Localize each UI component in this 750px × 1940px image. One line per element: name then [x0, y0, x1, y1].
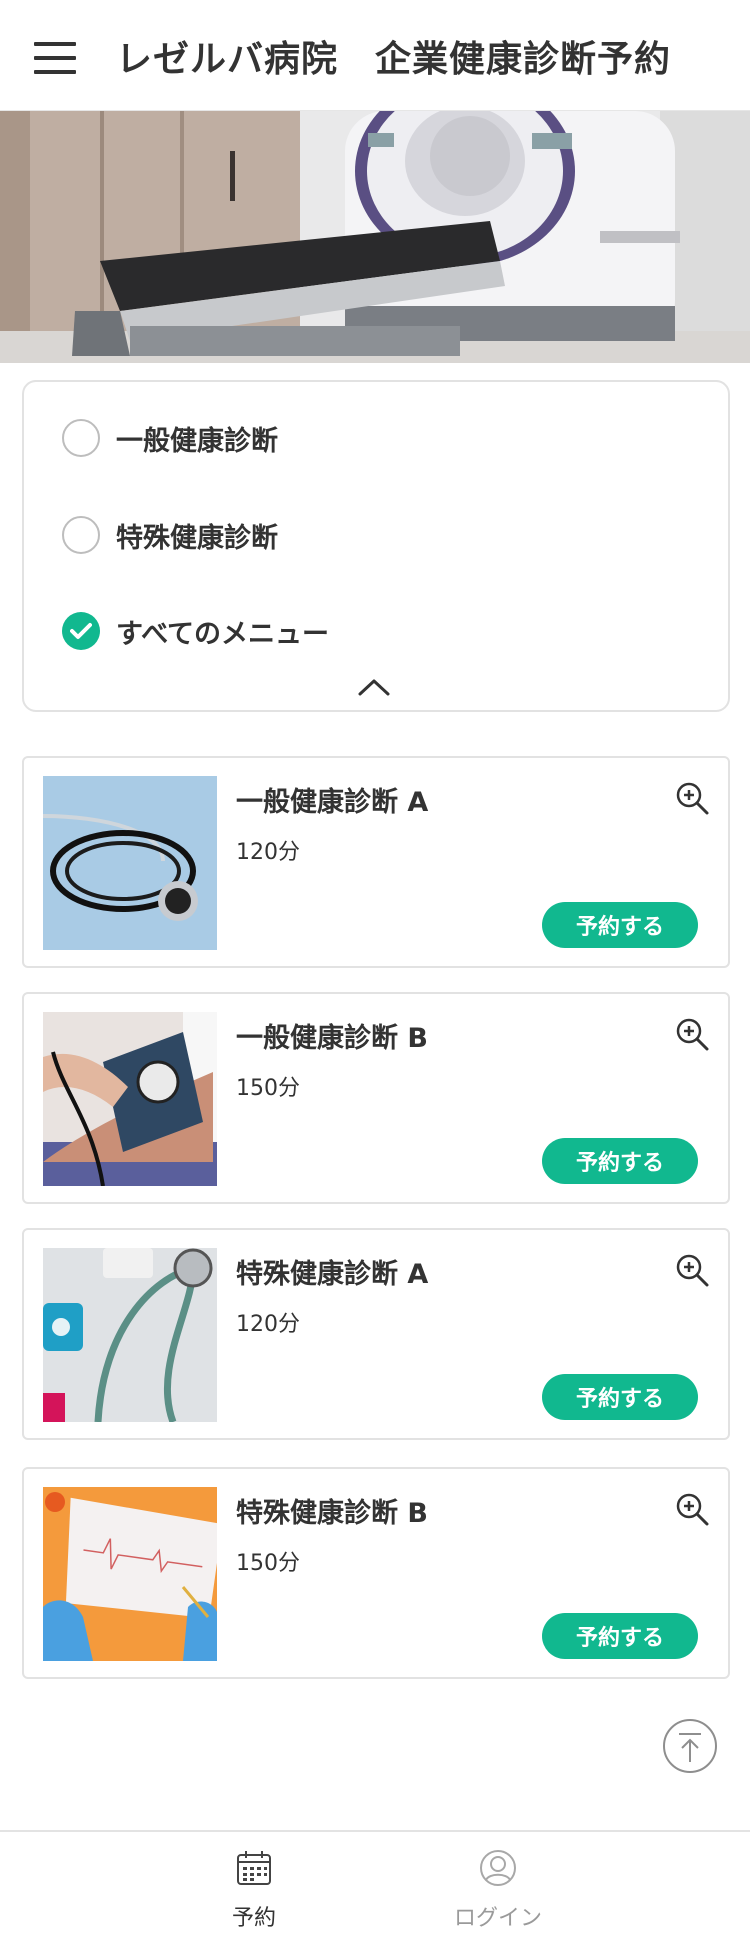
menu-duration: 120分 — [236, 1312, 300, 1337]
menu-duration: 150分 — [236, 1076, 300, 1101]
menu-card[interactable]: 特殊健康診断 A 120分 予約する — [22, 1228, 730, 1440]
stethoscope-photo — [43, 776, 217, 950]
zoom-in-icon[interactable] — [674, 780, 710, 816]
calendar-icon — [234, 1848, 274, 1888]
radio-unchecked-icon[interactable] — [62, 419, 100, 457]
nav-label: ログイン — [453, 1906, 542, 1931]
category-filter: 一般健康診断 特殊健康診断 すべてのメニュー — [22, 380, 730, 712]
nav-item-login[interactable]: ログイン — [428, 1842, 568, 1934]
menu-card[interactable]: 一般健康診断 A 120分 予約する — [22, 756, 730, 968]
chevron-up-icon[interactable] — [354, 674, 394, 700]
zoom-in-icon[interactable] — [674, 1016, 710, 1052]
zoom-in-icon[interactable] — [674, 1252, 710, 1288]
bottom-navigation: 予約 ログイン — [0, 1830, 750, 1940]
radio-unchecked-icon[interactable] — [62, 516, 100, 554]
hamburger-menu-icon[interactable] — [30, 40, 78, 76]
reserve-button[interactable]: 予約する — [542, 1374, 698, 1420]
radio-checked-icon[interactable] — [62, 612, 100, 650]
menu-card[interactable]: 一般健康診断 B 150分 予約する — [22, 992, 730, 1204]
user-icon — [478, 1848, 518, 1888]
filter-option-all[interactable]: すべてのメニュー — [62, 609, 462, 653]
page-title: レゼルバ病院 企業健康診断予約 — [116, 39, 672, 80]
ecg-chart-photo — [43, 1487, 217, 1661]
filter-label: すべてのメニュー — [116, 618, 330, 650]
menu-title: 一般健康診断 B — [236, 1023, 428, 1054]
filter-label: 一般健康診断 — [116, 425, 278, 457]
menu-duration: 150分 — [236, 1551, 300, 1576]
scroll-to-top-icon[interactable] — [662, 1718, 718, 1774]
filter-option-general[interactable]: 一般健康診断 — [62, 416, 462, 460]
nav-label: 予約 — [231, 1906, 276, 1931]
filter-label: 特殊健康診断 — [116, 522, 278, 554]
menu-title: 特殊健康診断 A — [236, 1259, 429, 1290]
blood-pressure-photo — [43, 1012, 217, 1186]
stethoscope-pills-photo — [43, 1248, 217, 1422]
reserve-button[interactable]: 予約する — [542, 1613, 698, 1659]
filter-option-special[interactable]: 特殊健康診断 — [62, 513, 462, 557]
nav-item-reserve[interactable]: 予約 — [184, 1842, 324, 1934]
zoom-in-icon[interactable] — [674, 1491, 710, 1527]
menu-title: 一般健康診断 A — [236, 787, 429, 818]
menu-title: 特殊健康診断 B — [236, 1498, 428, 1529]
hero-image-ct-scanner — [0, 111, 750, 363]
reserve-button[interactable]: 予約する — [542, 1138, 698, 1184]
app-header: レゼルバ病院 企業健康診断予約 — [0, 0, 750, 111]
menu-duration: 120分 — [236, 840, 300, 865]
menu-card[interactable]: 特殊健康診断 B 150分 予約する — [22, 1467, 730, 1679]
reserve-button[interactable]: 予約する — [542, 902, 698, 948]
